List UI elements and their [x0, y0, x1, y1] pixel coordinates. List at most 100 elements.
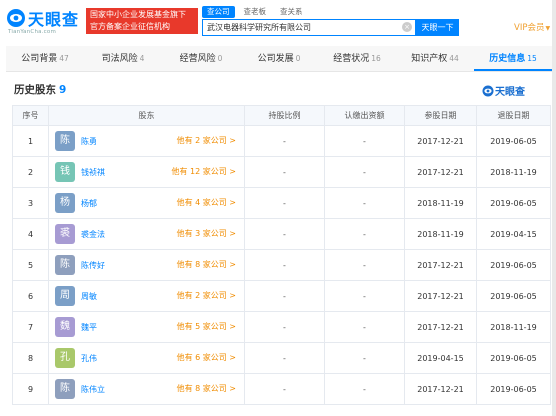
tab-operating-status[interactable]: 经营状况 16 [318, 46, 396, 71]
table-row: 1 陈陈勇 他有 2 家公司 > - -2017-12-21 2019-06-05 [12, 125, 551, 157]
shareholder-name-link[interactable]: 陈勇 [81, 136, 97, 147]
shareholder-name-link[interactable]: 杨郁 [81, 198, 97, 209]
join-date: 2017-12-21 [404, 373, 477, 405]
shareholder-name-link[interactable]: 陈传好 [81, 260, 105, 271]
vip-menu[interactable]: VIP会员▼ [514, 21, 550, 33]
table-header-row: 序号 股东 持股比例 认缴出资额 参股日期 退股日期 [12, 105, 551, 126]
subscribed-capital: - [324, 373, 405, 405]
related-companies-link[interactable]: 他有 12 家公司 > [171, 166, 236, 178]
search-input[interactable] [203, 20, 399, 35]
row-number: 8 [12, 342, 49, 374]
tab-company-background[interactable]: 公司背景 47 [6, 46, 84, 71]
table-row: 5 陈陈传好 他有 8 家公司 > - -2017-12-21 2019-06-05 [12, 249, 551, 281]
banner-line-2: 官方备案企业征信机构 [90, 22, 170, 31]
official-banner[interactable]: 国家中小企业发展基金旗下 官方备案企业征信机构 [86, 8, 198, 34]
related-companies-link[interactable]: 他有 4 家公司 > [177, 197, 236, 209]
avatar[interactable]: 孔 [55, 348, 75, 368]
shareholder-cell: 陈陈伟立 他有 8 家公司 > [48, 373, 245, 405]
related-companies-link[interactable]: 他有 6 家公司 > [177, 352, 236, 364]
related-companies-link[interactable]: 他有 5 家公司 > [177, 321, 236, 333]
join-date: 2017-12-21 [404, 311, 477, 343]
related-companies-link[interactable]: 他有 2 家公司 > [177, 135, 236, 147]
tab-count: 15 [527, 54, 537, 63]
chevron-down-icon: ▼ [545, 25, 551, 32]
search-tab-company[interactable]: 查公司 [202, 6, 235, 18]
avatar[interactable]: 陈 [55, 255, 75, 275]
related-companies-link[interactable]: 他有 8 家公司 > [177, 259, 236, 271]
search-button[interactable]: 天眼一下 [416, 19, 459, 36]
related-companies-link[interactable]: 他有 8 家公司 > [177, 383, 236, 395]
search-box: × [202, 19, 416, 36]
table-row: 3 杨杨郁 他有 4 家公司 > - -2018-11-19 2019-06-05 [12, 187, 551, 219]
exit-date: 2019-06-05 [476, 342, 551, 374]
related-companies-link[interactable]: 他有 3 家公司 > [177, 228, 236, 240]
tab-company-development[interactable]: 公司发展 0 [240, 46, 318, 71]
avatar[interactable]: 魏 [55, 317, 75, 337]
tab-operating-risk[interactable]: 经营风险 0 [162, 46, 240, 71]
tab-label: 经营风险 [179, 54, 216, 64]
exit-date: 2019-06-05 [476, 187, 551, 219]
avatar[interactable]: 陈 [55, 379, 75, 399]
table-row: 4 裘裘金法 他有 3 家公司 > - -2018-11-19 2019-04-15 [12, 218, 551, 250]
row-number: 9 [12, 373, 49, 405]
tab-label: 知识产权 [411, 54, 448, 64]
table-row: 6 周周敏 他有 2 家公司 > - -2017-12-21 2019-06-05 [12, 280, 551, 312]
logo-subtitle: TianYanCha.com [8, 29, 57, 35]
top-header: 天眼查 TianYanCha.com 国家中小企业发展基金旗下 官方备案企业征信… [0, 0, 556, 44]
shareholder-name-link[interactable]: 陈伟立 [81, 384, 105, 395]
column-header-join-date: 参股日期 [404, 105, 477, 126]
shareholder-cell: 裘裘金法 他有 3 家公司 > [48, 218, 245, 250]
tab-count: 47 [59, 54, 69, 63]
site-logo[interactable]: 天眼查 TianYanCha.com [6, 6, 84, 38]
share-ratio: - [244, 156, 325, 188]
column-header-ratio: 持股比例 [244, 105, 325, 126]
column-header-shareholder: 股东 [48, 105, 245, 126]
avatar[interactable]: 周 [55, 286, 75, 306]
shareholder-name-link[interactable]: 裘金法 [81, 229, 105, 240]
shareholder-cell: 魏魏平 他有 5 家公司 > [48, 311, 245, 343]
row-number: 6 [12, 280, 49, 312]
shareholder-name-link[interactable]: 周敏 [81, 291, 97, 302]
row-number: 3 [12, 187, 49, 219]
share-ratio: - [244, 311, 325, 343]
row-number: 5 [12, 249, 49, 281]
logo-text: 天眼查 [28, 10, 80, 29]
vip-label: VIP会员 [514, 23, 545, 33]
tab-label: 历史信息 [489, 54, 526, 64]
scrollbar[interactable] [552, 0, 556, 416]
share-ratio: - [244, 373, 325, 405]
subscribed-capital: - [324, 125, 405, 157]
exit-date: 2018-11-19 [476, 311, 551, 343]
table-row: 2 钱钱祯祺 他有 12 家公司 > - -2017-12-21 2018-11-19 [12, 156, 551, 188]
history-shareholders-table: 序号 股东 持股比例 认缴出资额 参股日期 退股日期 1 陈陈勇 他有 2 家公司 … [12, 105, 551, 405]
shareholder-cell: 钱钱祯祺 他有 12 家公司 > [48, 156, 245, 188]
tab-count: 44 [449, 54, 459, 63]
search-tab-boss[interactable]: 查老板 [239, 6, 272, 18]
tab-intellectual-property[interactable]: 知识产权 44 [396, 46, 474, 71]
clear-icon[interactable]: × [402, 22, 412, 32]
search-tab-relation[interactable]: 查关系 [275, 6, 308, 18]
subscribed-capital: - [324, 218, 405, 250]
share-ratio: - [244, 218, 325, 250]
row-number: 4 [12, 218, 49, 250]
tab-label: 司法风险 [101, 54, 138, 64]
avatar[interactable]: 杨 [55, 193, 75, 213]
avatar[interactable]: 钱 [55, 162, 75, 182]
shareholder-name-link[interactable]: 孔伟 [81, 353, 97, 364]
avatar[interactable]: 陈 [55, 131, 75, 151]
subscribed-capital: - [324, 342, 405, 374]
tab-label: 公司发展 [257, 54, 294, 64]
exit-date: 2019-06-05 [476, 125, 551, 157]
table-row: 7 魏魏平 他有 5 家公司 > - -2017-12-21 2018-11-19 [12, 311, 551, 343]
avatar[interactable]: 裘 [55, 224, 75, 244]
row-number: 1 [12, 125, 49, 157]
tab-judicial-risk[interactable]: 司法风险 4 [84, 46, 162, 71]
exit-date: 2019-06-05 [476, 373, 551, 405]
shareholder-cell: 周周敏 他有 2 家公司 > [48, 280, 245, 312]
section-title: 历史股东 9 [14, 82, 66, 97]
related-companies-link[interactable]: 他有 2 家公司 > [177, 290, 236, 302]
shareholder-name-link[interactable]: 魏平 [81, 322, 97, 333]
share-ratio: - [244, 342, 325, 374]
tab-history-info[interactable]: 历史信息 15 [474, 46, 552, 71]
shareholder-name-link[interactable]: 钱祯祺 [81, 167, 105, 178]
